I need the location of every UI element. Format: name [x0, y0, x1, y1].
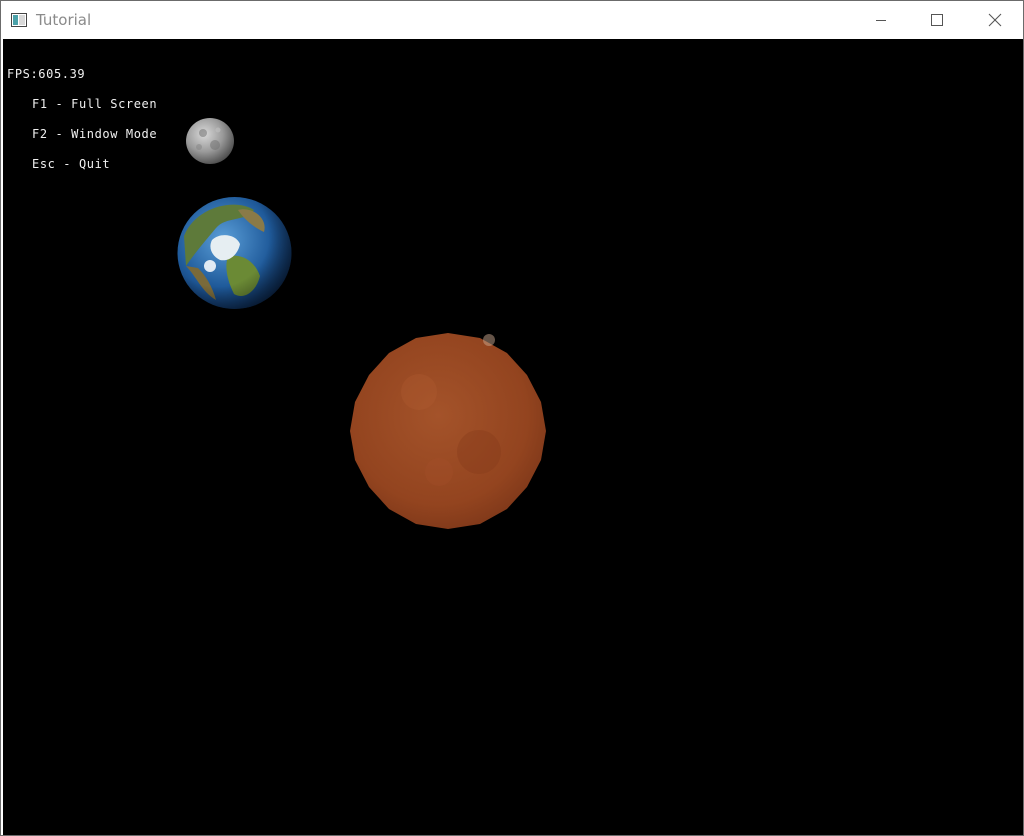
help-window-mode: F2 - Window Mode [32, 127, 158, 141]
title-bar[interactable]: Tutorial [1, 1, 1023, 38]
earth-sphere [176, 196, 293, 310]
close-button[interactable] [966, 1, 1024, 38]
window-title: Tutorial [36, 11, 92, 29]
maximize-icon [931, 13, 943, 26]
minimize-button[interactable] [852, 1, 910, 38]
close-icon [988, 13, 1002, 27]
minimize-icon [875, 14, 887, 26]
app-window: Tutorial FPS:605.39 F1 - Full Screen F2 … [0, 0, 1024, 836]
help-fullscreen: F1 - Full Screen [32, 97, 158, 111]
render-viewport[interactable]: FPS:605.39 F1 - Full Screen F2 - Window … [3, 39, 1023, 835]
moon-sphere [185, 117, 235, 165]
sun-sphere [349, 332, 547, 530]
app-window-icon [11, 12, 27, 27]
maximize-button[interactable] [908, 1, 966, 38]
fps-counter: FPS:605.39 [7, 67, 86, 81]
help-quit: Esc - Quit [32, 157, 111, 171]
